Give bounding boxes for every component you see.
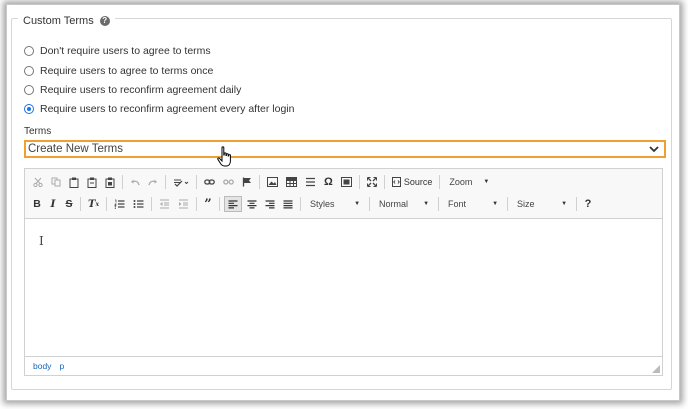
section-legend: Custom Terms ? [18,15,115,27]
option-label: Require users to reconfirm agreement dai… [40,84,242,96]
toolbar-separator [219,197,221,211]
terms-select-value: Create New Terms [28,143,124,155]
horizontal-line-icon[interactable] [302,174,319,190]
text-cursor-icon: I [39,234,44,248]
paste-word-icon[interactable] [102,174,118,190]
option-label: Don't require users to agree to terms [40,45,211,57]
option-agree-once[interactable]: Require users to agree to terms once [24,65,213,77]
section-title: Custom Terms [23,15,94,27]
toolbar-separator [80,197,81,211]
special-character-icon[interactable]: Ω [321,174,336,190]
styles-label: Styles [310,199,335,209]
toolbar-separator [439,175,441,189]
unlink-icon[interactable] [220,174,237,190]
toolbar-separator [383,175,385,189]
source-icon [391,177,401,187]
rich-text-editor: Ω Source Zoom ▼ B I S Tx ” Styles ▼ Norm… [24,168,663,376]
toolbar-separator [196,197,198,211]
help-button[interactable]: ? [581,196,595,212]
align-center-icon[interactable] [244,196,260,212]
caret-down-icon: ▼ [492,201,499,207]
size-label: Size [517,199,535,209]
increase-indent-icon[interactable] [175,196,192,212]
toolbar-separator [151,197,153,211]
source-label: Source [403,177,433,187]
terms-select[interactable]: Create New Terms [24,140,666,158]
maximize-icon[interactable] [364,174,380,190]
undo-icon[interactable] [127,174,143,190]
zoom-label: Zoom [449,177,473,187]
editor-statusbar: body p [25,356,662,375]
option-no-terms[interactable]: Don't require users to agree to terms [24,45,211,57]
anchor-flag-icon[interactable] [239,174,255,190]
editor-toolbar: Ω Source Zoom ▼ B I S Tx ” Styles ▼ Norm… [25,169,662,219]
caret-down-icon: ▼ [354,201,361,207]
size-dropdown[interactable]: Size ▼ [513,196,571,212]
image-icon[interactable] [264,174,281,190]
radio-button-checked[interactable] [24,104,34,114]
paste-text-icon[interactable] [84,174,100,190]
redo-icon[interactable] [145,174,161,190]
bulleted-list-icon[interactable] [130,196,147,212]
toolbar-separator [259,175,260,189]
toolbar-row-2: B I S Tx ” Styles ▼ Normal ▼ Font ▼ Size… [29,194,596,214]
copy-icon[interactable] [48,174,64,190]
remove-format-icon[interactable]: Tx [85,196,102,212]
font-dropdown[interactable]: Font ▼ [444,196,502,212]
option-reconfirm-daily[interactable]: Require users to reconfirm agreement dai… [24,84,241,96]
question-circle-icon[interactable]: ? [99,16,110,26]
toolbar-separator [576,197,578,211]
toolbar-separator [196,175,197,189]
option-reconfirm-every-login[interactable]: Require users to reconfirm agreement eve… [24,103,294,115]
caret-down-icon: ▼ [483,179,490,185]
justify-icon[interactable] [280,196,296,212]
toolbar-row-1: Ω Source Zoom ▼ [29,172,495,192]
chevron-down-icon[interactable] [648,143,660,155]
format-dropdown[interactable]: Normal ▼ [375,196,433,212]
caret-down-icon: ▼ [423,201,430,207]
editor-content-area[interactable]: I [25,219,662,356]
strikethrough-button[interactable]: S [62,196,76,212]
caret-down-icon: ▼ [561,201,568,207]
align-right-icon[interactable] [262,196,278,212]
radio-button[interactable] [24,66,34,76]
option-label: Require users to reconfirm agreement eve… [40,103,295,115]
align-left-icon[interactable] [224,196,243,212]
decrease-indent-icon[interactable] [156,196,173,212]
toolbar-separator [165,175,166,189]
toolbar-separator [438,197,440,211]
toolbar-separator [358,175,360,189]
bold-button[interactable]: B [30,196,44,212]
format-label: Normal [379,199,409,209]
element-path-p[interactable]: p [59,361,64,371]
cut-icon[interactable] [30,174,46,190]
link-icon[interactable] [201,174,218,190]
toolbar-separator [122,175,123,189]
toolbar-separator [369,197,371,211]
blockquote-icon[interactable]: ” [201,196,215,212]
numbered-list-icon[interactable] [111,196,128,212]
source-button[interactable]: Source [389,174,436,190]
toolbar-separator [106,197,108,211]
radio-button[interactable] [24,46,34,56]
paste-icon[interactable] [66,174,82,190]
option-label: Require users to agree to terms once [40,65,214,77]
radio-button[interactable] [24,85,34,95]
toolbar-separator [300,197,302,211]
toolbar-separator [507,197,509,211]
italic-button[interactable]: I [46,196,60,212]
hand-pointer-icon [216,146,234,168]
zoom-dropdown[interactable]: Zoom ▼ [445,174,493,190]
element-path-body[interactable]: body [33,361,51,371]
terms-label: Terms [24,126,52,137]
spellcheck-icon[interactable] [170,174,192,190]
table-icon[interactable] [283,174,300,190]
iframe-icon[interactable] [338,174,355,190]
resize-handle-icon[interactable] [652,365,660,373]
styles-dropdown[interactable]: Styles ▼ [306,196,364,212]
font-label: Font [448,199,467,209]
